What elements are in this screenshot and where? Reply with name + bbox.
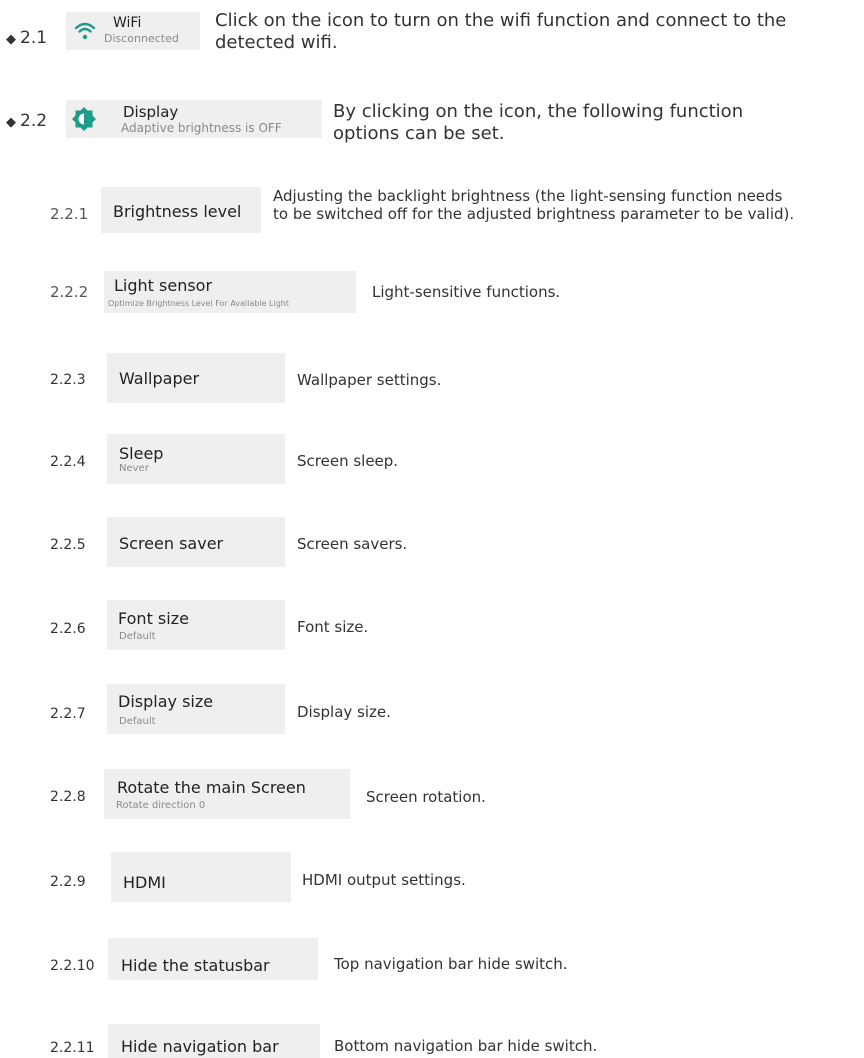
sleep-description: Screen sleep. xyxy=(297,452,399,470)
display-section-number-row: ◆ 2.2 xyxy=(6,111,47,131)
wifi-description-line-2: detected wifi. xyxy=(215,32,338,53)
light-sensor-tile[interactable]: Light sensor Optimize Brightness Level F… xyxy=(104,271,356,313)
hide-navigation-bar-description: Bottom navigation bar hide switch. xyxy=(334,1037,598,1055)
sleep-title: Sleep xyxy=(119,444,164,463)
brightness-icon xyxy=(72,107,96,131)
wifi-section-number-row: ◆ 2.1 xyxy=(6,28,47,48)
brightness-level-description-line-2: to be switched off for the adjusted brig… xyxy=(273,205,795,223)
hdmi-tile[interactable]: HDMI xyxy=(111,852,291,902)
display-size-description: Display size. xyxy=(297,703,391,721)
hdmi-title: HDMI xyxy=(123,873,166,892)
display-tile-title: Display xyxy=(123,103,179,121)
rotate-screen-description: Screen rotation. xyxy=(366,788,486,806)
rotate-screen-subtitle: Rotate direction 0 xyxy=(116,800,206,811)
light-sensor-description: Light-sensitive functions. xyxy=(372,283,561,301)
wifi-section-number: 2.1 xyxy=(20,28,48,48)
brightness-level-title: Brightness level xyxy=(113,202,242,221)
item-number: 2.2.11 xyxy=(50,1040,95,1056)
screen-saver-tile[interactable]: Screen saver xyxy=(107,517,285,567)
item-number: 2.2.9 xyxy=(50,874,86,890)
hide-navigation-bar-title: Hide navigation bar xyxy=(121,1037,279,1056)
brightness-level-tile[interactable]: Brightness level xyxy=(101,187,261,233)
section-wifi: ◆ 2.1 WiFi Disconnected Click on the icon… xyxy=(0,0,864,70)
display-size-subtitle: Default xyxy=(119,716,156,727)
wallpaper-title: Wallpaper xyxy=(119,369,200,388)
hdmi-description: HDMI output settings. xyxy=(302,871,466,889)
font-size-subtitle: Default xyxy=(119,631,156,642)
display-description-line-1: By clicking on the icon, the following f… xyxy=(333,101,744,122)
display-tile-subtitle: Adaptive brightness is OFF xyxy=(121,121,282,135)
wallpaper-description: Wallpaper settings. xyxy=(297,371,442,389)
display-tile[interactable]: Display Adaptive brightness is OFF xyxy=(66,100,322,138)
sleep-subtitle: Never xyxy=(119,463,149,474)
item-number: 2.2.10 xyxy=(50,958,95,974)
diamond-bullet-icon: ◆ xyxy=(6,32,16,47)
rotate-screen-tile[interactable]: Rotate the main Screen Rotate direction … xyxy=(104,769,350,819)
wifi-tile-subtitle: Disconnected xyxy=(104,32,179,45)
item-number: 2.2.8 xyxy=(50,789,86,805)
light-sensor-title: Light sensor xyxy=(114,276,213,295)
hide-navigation-bar-tile[interactable]: Hide navigation bar xyxy=(108,1024,320,1058)
display-section-number: 2.2 xyxy=(20,111,48,131)
screen-saver-description: Screen savers. xyxy=(297,535,408,553)
font-size-title: Font size xyxy=(118,609,189,628)
wifi-icon xyxy=(74,22,96,40)
item-number: 2.2.4 xyxy=(50,454,86,470)
item-number: 2.2.1 xyxy=(50,205,89,223)
item-number: 2.2.5 xyxy=(50,537,86,553)
font-size-description: Font size. xyxy=(297,618,369,636)
item-number: 2.2.7 xyxy=(50,706,86,722)
wallpaper-tile[interactable]: Wallpaper xyxy=(107,353,285,403)
screen-saver-title: Screen saver xyxy=(119,534,224,553)
hide-statusbar-tile[interactable]: Hide the statusbar xyxy=(108,938,318,980)
hide-statusbar-description: Top navigation bar hide switch. xyxy=(334,955,568,973)
font-size-tile[interactable]: Font size Default xyxy=(107,600,285,650)
rotate-screen-title: Rotate the main Screen xyxy=(117,778,306,797)
item-number: 2.2.6 xyxy=(50,621,86,637)
item-number: 2.2.3 xyxy=(50,372,86,388)
wifi-description-line-1: Click on the icon to turn on the wifi fu… xyxy=(215,10,787,31)
display-size-title: Display size xyxy=(118,692,214,711)
hide-statusbar-title: Hide the statusbar xyxy=(121,956,270,975)
diamond-bullet-icon: ◆ xyxy=(6,115,16,130)
display-size-tile[interactable]: Display size Default xyxy=(107,684,285,734)
section-display: ◆ 2.2 Display Adaptive brightness is OFF … xyxy=(0,95,864,155)
sleep-tile[interactable]: Sleep Never xyxy=(107,434,285,484)
wifi-tile-title: WiFi xyxy=(113,15,142,31)
wifi-tile[interactable]: WiFi Disconnected xyxy=(66,12,200,50)
light-sensor-subtitle: Optimize Brightness Level For Available … xyxy=(108,299,289,308)
item-number: 2.2.2 xyxy=(50,283,89,301)
display-description-line-2: options can be set. xyxy=(333,123,505,144)
brightness-level-description-line-1: Adjusting the backlight brightness (the … xyxy=(273,187,783,205)
